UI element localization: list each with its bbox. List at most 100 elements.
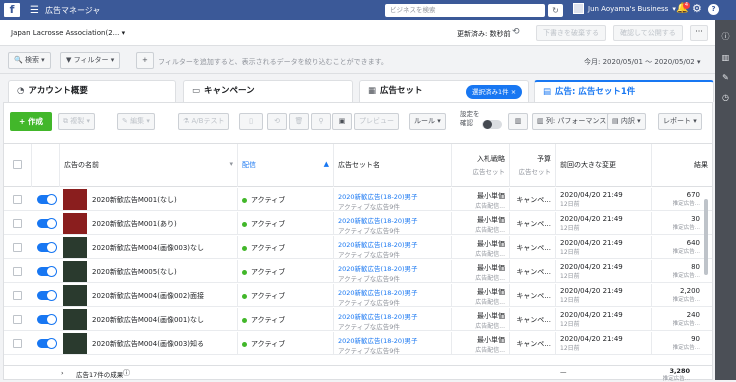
table-row[interactable]: 2020新歓広告M001(なし) アクティブ 2020新歓広告(18-20)男子… bbox=[4, 188, 712, 211]
discard-drafts-button[interactable]: 下書きを破棄する bbox=[536, 25, 606, 41]
adset-link[interactable]: 2020新歓広告(18-20)男子 bbox=[338, 263, 447, 273]
table-row[interactable]: 2020新歓広告M005(なし) アクティブ 2020新歓広告(18-20)男子… bbox=[4, 260, 712, 283]
row-checkbox[interactable] bbox=[13, 243, 22, 252]
delete-icon[interactable]: 🗑 bbox=[289, 113, 309, 130]
status-dot bbox=[242, 221, 247, 227]
menu-icon[interactable]: ☰ bbox=[30, 5, 39, 16]
ad-name[interactable]: 2020新歓広告M005(なし) bbox=[88, 260, 237, 283]
column-header-change[interactable]: 前回の大きな変更 bbox=[555, 144, 651, 187]
tab-account-overview[interactable]: ◔ アカウント概要 bbox=[8, 80, 176, 102]
add-filter-button[interactable]: + bbox=[136, 52, 154, 69]
search-button[interactable]: 🔍 検索 ▾ bbox=[8, 52, 51, 69]
business-switcher[interactable]: Jun Aoyama's Business ▾ bbox=[573, 3, 676, 14]
gear-icon[interactable]: ⚙ bbox=[692, 2, 702, 15]
tag-icon[interactable]: ⚲ bbox=[311, 113, 331, 130]
scrollbar[interactable] bbox=[704, 199, 708, 275]
delivery-status: アクティブ bbox=[251, 268, 286, 276]
more-button[interactable]: ··· bbox=[690, 25, 708, 41]
adset-cell: 2020新歓広告(18-20)男子 アクティブな広告9件 bbox=[333, 188, 451, 211]
column-header-adset[interactable]: 広告セット名 bbox=[333, 144, 451, 187]
ad-name[interactable]: 2020新歓広告M001(なし) bbox=[88, 188, 237, 211]
message-icon[interactable]: ▣ bbox=[332, 113, 352, 130]
history-icon[interactable]: ◷ bbox=[715, 93, 736, 102]
adset-link[interactable]: 2020新歓広告(18-20)男子 bbox=[338, 239, 447, 249]
pencil-icon[interactable]: ✎ bbox=[715, 73, 736, 82]
tab-ads[interactable]: ▤ 広告: 広告セット1件 bbox=[534, 80, 714, 102]
create-button[interactable]: + 作成 bbox=[10, 112, 52, 131]
ad-toggle[interactable] bbox=[37, 219, 56, 228]
ad-toggle[interactable] bbox=[37, 291, 56, 300]
row-checkbox[interactable] bbox=[13, 315, 22, 324]
setting-toggle[interactable] bbox=[482, 120, 502, 129]
ad-name[interactable]: 2020新歓広告M004(画像003)なし bbox=[88, 236, 237, 259]
adset-link[interactable]: 2020新歓広告(18-20)男子 bbox=[338, 215, 447, 225]
adset-link[interactable]: 2020新歓広告(18-20)男子 bbox=[338, 335, 447, 345]
preview-button[interactable]: プレビュー bbox=[354, 113, 399, 130]
ad-name[interactable]: 2020新歓広告M004(画像003)知る bbox=[88, 332, 237, 355]
table-row[interactable]: 2020新歓広告M004(画像003)知る アクティブ 2020新歓広告(18-… bbox=[4, 332, 712, 355]
column-header-bid[interactable]: 入札戦略 広告セット bbox=[451, 144, 509, 187]
ad-name[interactable]: 2020新歓広告M004(画像002)面接 bbox=[88, 284, 237, 307]
refresh-icon[interactable]: ↻ bbox=[548, 4, 563, 17]
ad-toggle[interactable] bbox=[37, 195, 56, 204]
info-icon[interactable]: ⓘ bbox=[123, 368, 130, 378]
delivery-status: アクティブ bbox=[251, 196, 286, 204]
ad-name[interactable]: 2020新歓広告M004(画像001)なし bbox=[88, 308, 237, 331]
trash-icon[interactable]: ▯ bbox=[239, 113, 263, 130]
rules-button[interactable]: ルール ▾ bbox=[409, 113, 446, 130]
select-all-checkbox[interactable] bbox=[13, 160, 22, 169]
row-checkbox[interactable] bbox=[13, 219, 22, 228]
row-checkbox[interactable] bbox=[13, 267, 22, 276]
row-checkbox[interactable] bbox=[13, 195, 22, 204]
facebook-logo[interactable]: f bbox=[4, 3, 20, 17]
table-row[interactable]: 2020新歓広告M004(画像002)面接 アクティブ 2020新歓広告(18-… bbox=[4, 284, 712, 307]
column-header-results[interactable]: 結果 bbox=[651, 144, 712, 187]
filter-button[interactable]: ▼ フィルター ▾ bbox=[60, 52, 121, 69]
account-selector[interactable]: Japan Lacrosse Association(2... ▾ bbox=[11, 29, 125, 37]
columns-button[interactable]: ▥ 列: パフォーマンス ▾ bbox=[532, 113, 618, 130]
selection-chip[interactable]: 選択済み1件 × bbox=[466, 85, 523, 99]
rules-label: ルール bbox=[414, 117, 435, 125]
bid-sub: 広告配信... bbox=[475, 323, 505, 330]
column-header-name[interactable]: 広告の名前 ▾ bbox=[59, 144, 237, 187]
date-range-picker[interactable]: 今月: 2020/05/01 〜 2020/05/02 ▾ bbox=[584, 57, 700, 67]
chart-icon[interactable]: ▥ bbox=[508, 113, 528, 130]
bid-value: 最小単価 bbox=[477, 312, 505, 320]
row-checkbox[interactable] bbox=[13, 339, 22, 348]
ab-test-button[interactable]: ⚗ A/Bテスト bbox=[178, 113, 230, 130]
tab-label: アカウント概要 bbox=[28, 86, 88, 96]
budget-cell: キャンペ... bbox=[509, 308, 555, 331]
review-publish-button[interactable]: 確認して公開する bbox=[613, 25, 683, 41]
duplicate-button[interactable]: ⧉ 複製 ▾ bbox=[58, 113, 95, 130]
adset-link[interactable]: 2020新歓広告(18-20)男子 bbox=[338, 311, 447, 321]
ad-toggle[interactable] bbox=[37, 267, 56, 276]
column-header-delivery[interactable]: 配信 ▲ bbox=[237, 144, 333, 187]
delivery-cell: アクティブ bbox=[237, 188, 333, 211]
result-sub: 推定広告... bbox=[672, 345, 700, 351]
duplicate-label: 複製 bbox=[70, 117, 85, 125]
adset-link[interactable]: 2020新歓広告(18-20)男子 bbox=[338, 287, 447, 297]
status-dot bbox=[242, 197, 247, 203]
chevron-right-icon[interactable]: › bbox=[61, 369, 64, 377]
ad-toggle[interactable] bbox=[37, 243, 56, 252]
undo-icon[interactable]: ⟲ bbox=[267, 113, 287, 130]
ad-toggle[interactable] bbox=[37, 315, 56, 324]
undo-icon[interactable]: ⟲ bbox=[512, 27, 520, 37]
report-button[interactable]: レポート ▾ bbox=[658, 113, 702, 130]
edit-button[interactable]: ✎ 編集 ▾ bbox=[117, 113, 155, 130]
ad-toggle[interactable] bbox=[37, 339, 56, 348]
info-icon[interactable]: ⓘ bbox=[715, 31, 736, 42]
row-checkbox[interactable] bbox=[13, 291, 22, 300]
ad-name[interactable]: 2020新歓広告M001(あり) bbox=[88, 212, 237, 235]
tab-campaigns[interactable]: ▭ キャンペーン bbox=[183, 80, 353, 102]
breakdown-button[interactable]: ▤ 内訳 ▾ bbox=[607, 113, 646, 130]
help-icon[interactable]: ? bbox=[708, 4, 719, 15]
ads-table-panel: + 作成 ⧉ 複製 ▾ ✎ 編集 ▾ ⚗ A/Bテスト ▯ ⟲ 🗑 ⚲ ▣ プレ… bbox=[3, 102, 713, 382]
chart-icon[interactable]: ▥ bbox=[715, 53, 736, 62]
table-row[interactable]: 2020新歓広告M004(画像001)なし アクティブ 2020新歓広告(18-… bbox=[4, 308, 712, 331]
adset-link[interactable]: 2020新歓広告(18-20)男子 bbox=[338, 191, 447, 201]
business-search-input[interactable]: ビジネスを検索 bbox=[385, 4, 545, 17]
table-row[interactable]: 2020新歓広告M004(画像003)なし アクティブ 2020新歓広告(18-… bbox=[4, 236, 712, 259]
table-row[interactable]: 2020新歓広告M001(あり) アクティブ 2020新歓広告(18-20)男子… bbox=[4, 212, 712, 235]
column-header-budget[interactable]: 予算 広告セット bbox=[509, 144, 555, 187]
